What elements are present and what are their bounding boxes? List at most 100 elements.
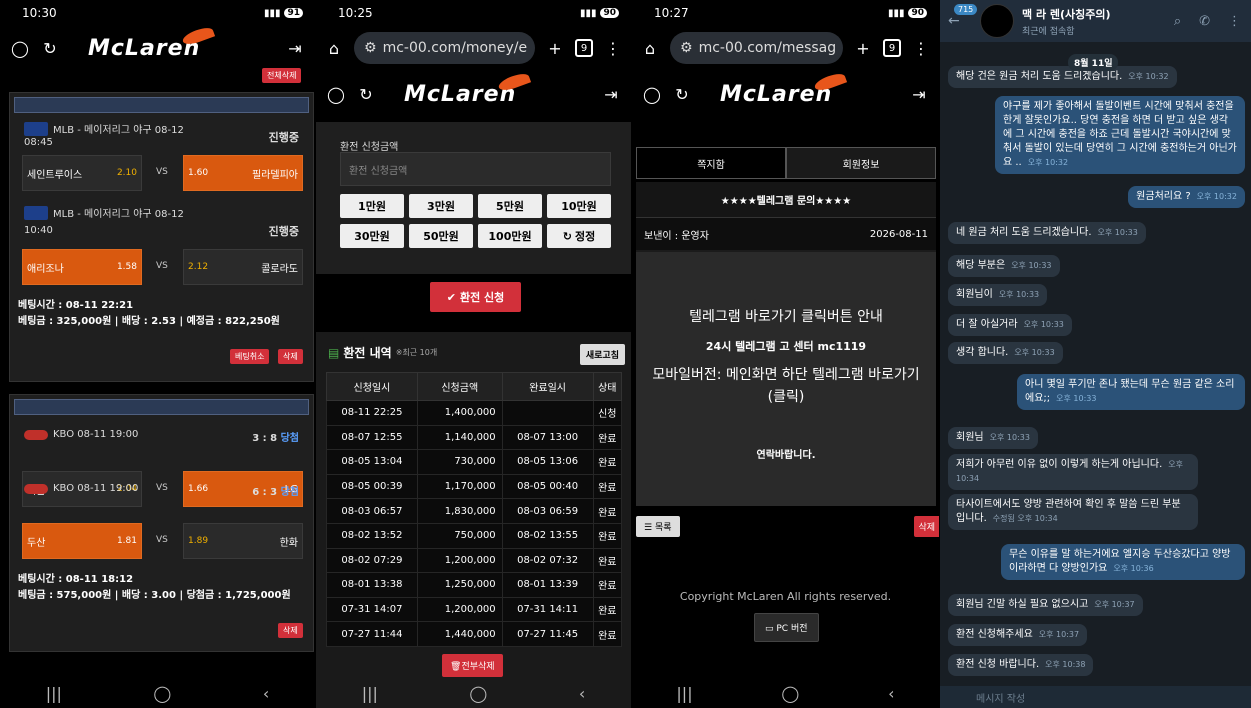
delete-button[interactable]: 삭제 [278,349,303,364]
chat-message[interactable]: 저희가 아무런 이유 없이 이렇게 하는게 아닙니다. 오후 10:34 [948,454,1198,490]
chat-message[interactable]: 환전 신청해주세요 오후 10:37 [948,624,1088,646]
phone-icon[interactable]: ✆ [1199,14,1210,29]
chat-message[interactable]: 아니 몇일 푸기만 존나 됐는데 무슨 원금 같은 소리에요;; 오후 10:33 [1017,374,1245,410]
recents-icon[interactable]: ||| [46,684,62,703]
mclaren-logo[interactable]: McLaren [88,24,216,61]
site-info-icon[interactable]: ⚙ [680,40,693,56]
chat-message[interactable]: 생각 합니다. 오후 10:33 [948,342,1063,364]
delete-button[interactable]: 삭제 [278,623,303,638]
table-cell: 1,200,000 [416,547,503,574]
chat-message[interactable]: 해당 건은 원금 처리 도움 드리겠습니다. 오후 10:32 [948,66,1177,88]
monitor-icon: ▭ [765,624,777,634]
amount-button[interactable]: 10만원 [547,194,611,218]
search-icon[interactable]: ⌕ [1174,14,1181,29]
amount-button[interactable]: 50만원 [409,224,473,248]
submit-exchange-button[interactable]: ✔ 환전 신청 [430,282,521,312]
signal-icon: ▮▮▮ [263,7,281,19]
refresh-icon[interactable]: ↻ [356,84,376,104]
chat-message[interactable]: 네 원금 처리 도움 드리겠습니다. 오후 10:33 [948,222,1146,244]
message-date: 2026-08-11 [869,228,928,240]
delete-all-button[interactable]: 🗑전부삭제 [442,654,503,677]
amount-button[interactable]: 30만원 [340,224,404,248]
table-cell: 08-02 07:29 [326,547,418,574]
chat-message[interactable]: 더 잘 아실거라 오후 10:33 [948,314,1072,336]
back-icon[interactable]: ‹ [263,684,269,703]
site-info-icon[interactable]: ⚙ [364,40,377,56]
team-away[interactable]: 2.12 콜로라도 [183,249,303,285]
refresh-icon[interactable]: ↻ [40,38,60,58]
home-icon[interactable]: ◯ [469,684,487,703]
recents-icon[interactable]: ||| [362,684,378,703]
tabs-icon[interactable]: 9 [575,39,593,57]
back-icon[interactable]: ‹ [888,684,894,703]
chat-message[interactable]: 야구를 제가 좋아해서 돌발이벤트 시간에 맞춰서 충전을 한게 잘못인가요..… [995,96,1245,174]
amount-button[interactable]: 3만원 [409,194,473,218]
chat-message[interactable]: 원금처리요 ? 오후 10:32 [1128,186,1245,208]
recents-icon[interactable]: ||| [676,684,692,703]
team-away[interactable]: 1.89 한화 [183,523,303,559]
table-cell: 08-05 13:04 [326,449,418,475]
column-header: 신청일시 [326,372,418,401]
user-icon[interactable]: ◯ [642,84,662,104]
tab-member-info[interactable]: 회원정보 [786,147,936,179]
game-row: MLB - 메이저리그 야구 08-12 10:40 진행중 애리조나 1.58 … [10,189,313,285]
chat-message[interactable]: 타사이트에서도 양방 관련하여 확인 후 말씀 드린 부분 입니다. 수정됨 오후… [948,494,1198,530]
delete-all-button[interactable]: 전체삭제 [262,68,302,83]
user-icon[interactable]: ◯ [10,38,30,58]
logout-icon[interactable]: ⇥ [909,84,929,104]
table-row: 08-02 13:52 750,000 08-02 13:55 완료 [326,522,623,549]
mclaren-logo[interactable]: McLaren [404,70,532,107]
team-home[interactable]: 세인트루이스 2.10 [22,155,142,191]
team-home[interactable]: 두산 1.81 [22,523,142,559]
url-field[interactable]: ⚙ mc-00.com/messag [670,32,843,64]
logout-icon[interactable]: ⇥ [601,84,621,104]
cancel-bet-button[interactable]: 베팅취소 [230,349,270,364]
back-arrow-icon[interactable]: ← [948,13,960,29]
url-field[interactable]: ⚙ mc-00.com/money/e [354,32,535,64]
chat-message[interactable]: 환전 신청 바랍니다. 오후 10:38 [948,654,1094,676]
exchange-form: 환전 신청금액 환전 신청금액 1만원 3만원 5만원 10만원 30만원 50… [316,122,631,274]
tabs-icon[interactable]: 9 [883,39,901,57]
chat-message[interactable]: 회원님 오후 10:33 [948,427,1038,449]
logout-icon[interactable]: ⇥ [285,38,305,58]
home-icon[interactable]: ⌂ [640,38,660,58]
reset-button[interactable]: ↻ 정정 [547,224,611,248]
user-icon[interactable]: ◯ [326,84,346,104]
chat-name[interactable]: 맥 라 렌(사칭주의) [1022,6,1111,22]
more-icon[interactable]: ⋮ [911,38,931,58]
more-icon[interactable]: ⋮ [1228,14,1241,29]
table-cell: 07-27 11:45 [501,621,594,647]
table-cell: 08-02 13:52 [326,522,418,549]
pc-version-button[interactable]: ▭ PC 버전 [754,613,819,642]
list-button[interactable]: ☰ 목록 [636,516,680,537]
chat-message[interactable]: 회원님 긴말 하실 필요 없으시고 오후 10:37 [948,594,1143,616]
amount-button[interactable]: 100만원 [478,224,542,248]
home-icon[interactable]: ⌂ [324,38,344,58]
more-icon[interactable]: ⋮ [603,38,623,58]
amount-button[interactable]: 5만원 [478,194,542,218]
table-row: 08-05 00:39 1,170,000 08-05 00:40 완료 [326,473,623,500]
new-tab-icon[interactable]: + [853,38,873,58]
chat-message[interactable]: 해당 부분은 오후 10:33 [948,255,1060,277]
battery-icon: 91 [284,8,303,18]
amount-input[interactable]: 환전 신청금액 [340,152,611,186]
message-time: 오후 10:33 [1023,320,1064,329]
refresh-icon[interactable]: ↻ [672,84,692,104]
amount-button[interactable]: 1만원 [340,194,404,218]
team-home[interactable]: 애리조나 1.58 [22,249,142,285]
home-icon[interactable]: ◯ [781,684,799,703]
back-icon[interactable]: ‹ [579,684,585,703]
message-input[interactable]: 메시지 작성 [940,686,1251,708]
chat-message[interactable]: 무슨 이유를 말 하는거에요 엘지승 두산승갔다고 양방이라하면 다 양방인가요… [1001,544,1245,580]
chat-header: ← 715 맥 라 렌(사칭주의) 최근에 접속함 ⌕ ✆ ⋮ [940,0,1251,42]
chat-message[interactable]: 회원님이 오후 10:33 [948,284,1048,306]
new-tab-icon[interactable]: + [545,38,565,58]
avatar[interactable] [980,4,1014,38]
delete-button[interactable]: 삭제 [914,516,939,537]
tab-inbox[interactable]: 쪽지함 [636,147,786,179]
message-body: 텔레그램 바로가기 클릭버튼 안내 24시 텔레그램 고 센터 mc1119 모… [636,252,936,506]
mclaren-logo[interactable]: McLaren [720,70,848,107]
team-away[interactable]: 1.60 필라델피아 [183,155,303,191]
refresh-button[interactable]: 새로고침 [579,344,625,365]
home-icon[interactable]: ◯ [153,684,171,703]
